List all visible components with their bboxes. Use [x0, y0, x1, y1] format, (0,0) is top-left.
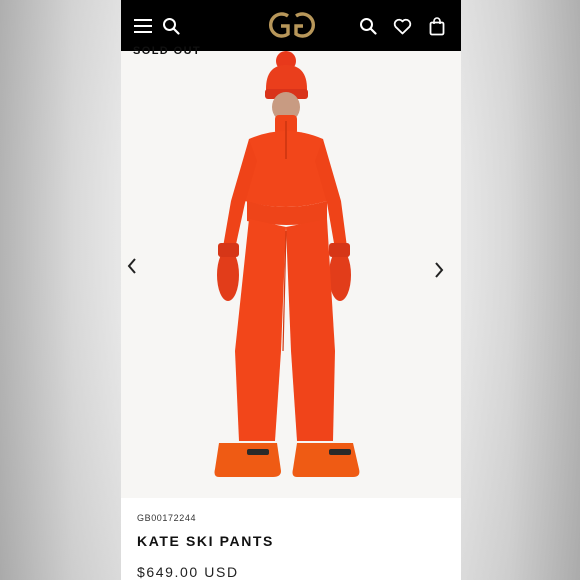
product-page: SOLD OUT GB00172244 KATE SKI PANTS $649.…: [121, 0, 461, 580]
product-sku: GB00172244: [137, 513, 197, 523]
menu-icon[interactable]: [130, 13, 156, 39]
product-image-carousel[interactable]: SOLD OUT: [121, 45, 461, 498]
product-price: $649.00 USD: [137, 564, 239, 580]
carousel-prev-icon[interactable]: [121, 255, 143, 277]
site-header: [121, 0, 461, 51]
carousel-next-icon[interactable]: [428, 259, 450, 281]
search-icon[interactable]: [158, 13, 184, 39]
product-image: [214, 51, 360, 477]
search-icon[interactable]: [355, 13, 381, 39]
blurred-side-left: [0, 0, 121, 580]
bag-icon[interactable]: [424, 13, 450, 39]
brand-logo[interactable]: [252, 8, 332, 42]
blurred-side-right: [461, 0, 580, 580]
heart-icon[interactable]: [389, 13, 415, 39]
product-title: KATE SKI PANTS: [137, 533, 274, 549]
product-info: GB00172244 KATE SKI PANTS $649.00 USD: [121, 498, 461, 580]
